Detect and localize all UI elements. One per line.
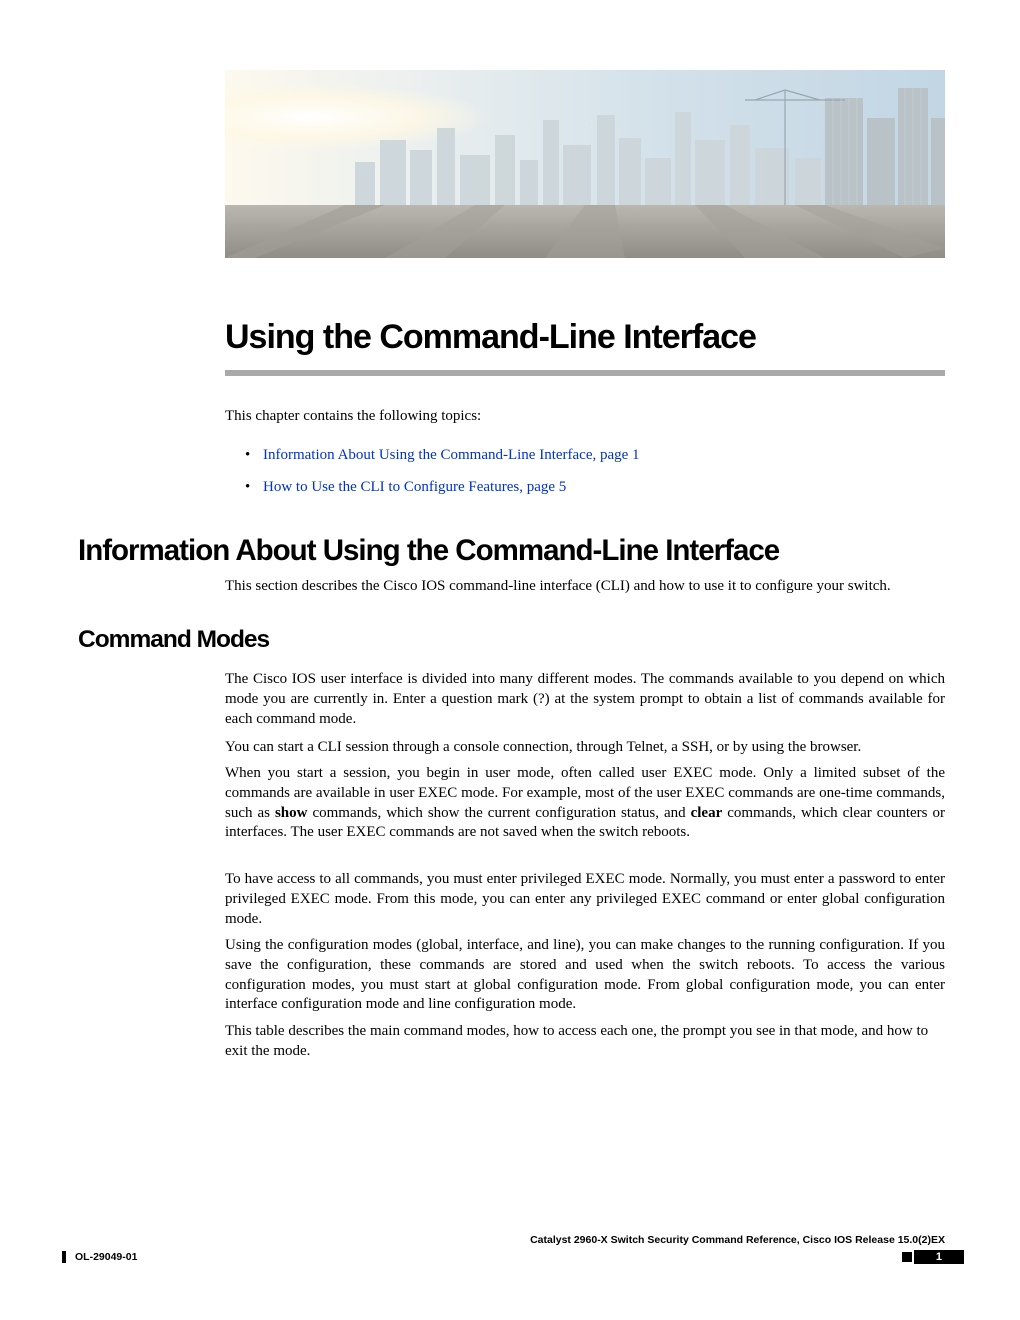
paragraph: The Cisco IOS user interface is divided …: [225, 670, 945, 729]
footer-square-icon: [902, 1252, 912, 1262]
chapter-intro: This chapter contains the following topi…: [225, 408, 481, 425]
toc-link-2[interactable]: How to Use the CLI to Configure Features…: [263, 479, 566, 495]
footer-page-box: 1: [902, 1250, 964, 1264]
paragraph: This table describes the main command mo…: [225, 1022, 945, 1062]
paragraph: To have access to all commands, you must…: [225, 870, 945, 929]
paragraph: You can start a CLI session through a co…: [225, 738, 945, 758]
paragraph: Using the configuration modes (global, i…: [225, 936, 945, 1015]
section-heading-info: Information About Using the Command-Line…: [78, 534, 779, 568]
subsection-heading-command-modes: Command Modes: [78, 626, 269, 654]
toc-item: •Information About Using the Command-Lin…: [245, 440, 640, 472]
footer-doc-id: OL-29049-01: [75, 1251, 137, 1263]
page-container: Using the Command-Line Interface This ch…: [0, 0, 1020, 1320]
title-rule: [225, 370, 945, 376]
text-run: commands, which show the current configu…: [307, 805, 690, 821]
chapter-banner-image: [225, 70, 945, 258]
paragraph: When you start a session, you begin in u…: [225, 764, 945, 843]
footer-book-title: Catalyst 2960-X Switch Security Command …: [530, 1234, 945, 1246]
toc-list: •Information About Using the Command-Lin…: [245, 440, 640, 503]
bold-clear: clear: [691, 805, 723, 821]
bold-show: show: [275, 805, 308, 821]
toc-item: •How to Use the CLI to Configure Feature…: [245, 472, 640, 504]
footer-left-bar: [62, 1251, 66, 1263]
chapter-title: Using the Command-Line Interface: [225, 318, 756, 357]
footer-page-number: 1: [914, 1250, 964, 1264]
section-desc: This section describes the Cisco IOS com…: [225, 578, 945, 595]
toc-link-1[interactable]: Information About Using the Command-Line…: [263, 447, 640, 463]
